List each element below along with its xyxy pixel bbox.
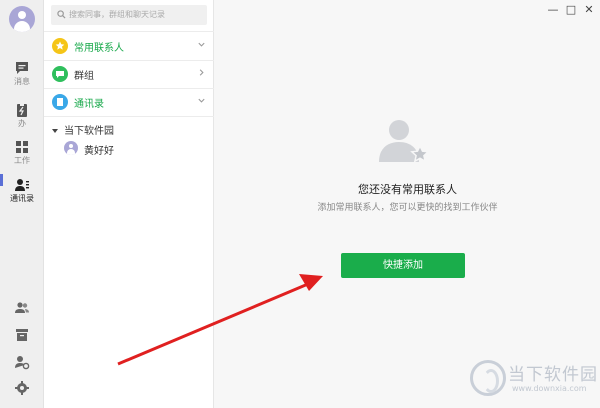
group-address-book-label: 通讯录 [74,99,104,110]
user-avatar[interactable] [9,6,35,32]
nav-work-label: 工作 [14,156,30,165]
nav-archive[interactable] [0,327,44,343]
watermark: 当下软件园 www.downxia.com [468,358,600,408]
group-chat-icon [52,66,68,82]
expand-triangle-icon [52,129,58,133]
todo-icon [17,103,27,117]
nav-settings[interactable] [0,380,44,396]
member-name: 黄好好 [84,146,114,157]
org-node[interactable]: 当下软件园 [52,122,114,137]
user-settings-icon [15,356,30,370]
empty-contact-icon [379,120,430,163]
chat-icon [16,62,28,74]
nav-user-settings[interactable] [0,354,44,370]
group-address-book[interactable]: 通讯录 [44,88,214,116]
search-box[interactable]: 搜索同事，群组和聊天记录 [51,5,207,25]
empty-subtitle: 添加常用联系人，您可以更快的找到工作伙伴 [317,203,498,213]
org-name: 当下软件园 [64,126,114,137]
nav-todo[interactable]: 办 [0,102,44,129]
nav-messages[interactable]: 消息 [0,60,44,87]
quick-add-button[interactable]: 快捷添加 [341,253,465,278]
star-icon [52,38,68,54]
contacts-panel: 搜索同事，群组和聊天记录 常用联系人 群组 通讯录 当下软件园 黄好好 [44,0,214,408]
grid-icon [16,141,28,153]
gear-icon [15,381,29,395]
chevron-right-icon [199,69,204,76]
group-chats-label: 群组 [74,71,94,82]
empty-title: 您还没有常用联系人 [358,183,457,196]
archive-icon [16,329,28,341]
group-people-icon [15,302,29,313]
watermark-url: www.downxia.com [512,384,587,393]
nav-todo-label: 办 [18,119,26,128]
main-area: — □ ✕ 您还没有常用联系人 添加常用联系人，您可以更快的找到工作伙伴 快捷添… [215,0,600,408]
chevron-down-icon [198,98,205,103]
maximize-button[interactable]: □ [564,4,578,16]
nav-rail: 消息 办 工作 通讯录 [0,0,44,408]
search-input[interactable]: 搜索同事，群组和聊天记录 [69,9,165,20]
nav-messages-label: 消息 [14,77,30,86]
group-favorites-label: 常用联系人 [74,43,124,54]
address-book-icon [52,94,68,110]
search-icon [57,10,66,19]
close-button[interactable]: ✕ [582,4,596,16]
nav-contacts[interactable]: 通讯录 [0,177,44,204]
chevron-down-icon [198,42,205,47]
nav-contacts-label: 通讯录 [10,194,34,203]
contacts-icon [15,179,29,191]
group-chats[interactable]: 群组 [44,60,214,88]
watermark-name: 当下软件园 [508,365,598,385]
member-avatar [64,141,78,155]
group-favorites[interactable]: 常用联系人 [44,32,214,60]
watermark-logo-icon [470,360,506,396]
nav-work[interactable]: 工作 [0,139,44,166]
divider [44,116,214,117]
minimize-button[interactable]: — [546,4,560,16]
nav-group-people[interactable] [0,300,44,316]
